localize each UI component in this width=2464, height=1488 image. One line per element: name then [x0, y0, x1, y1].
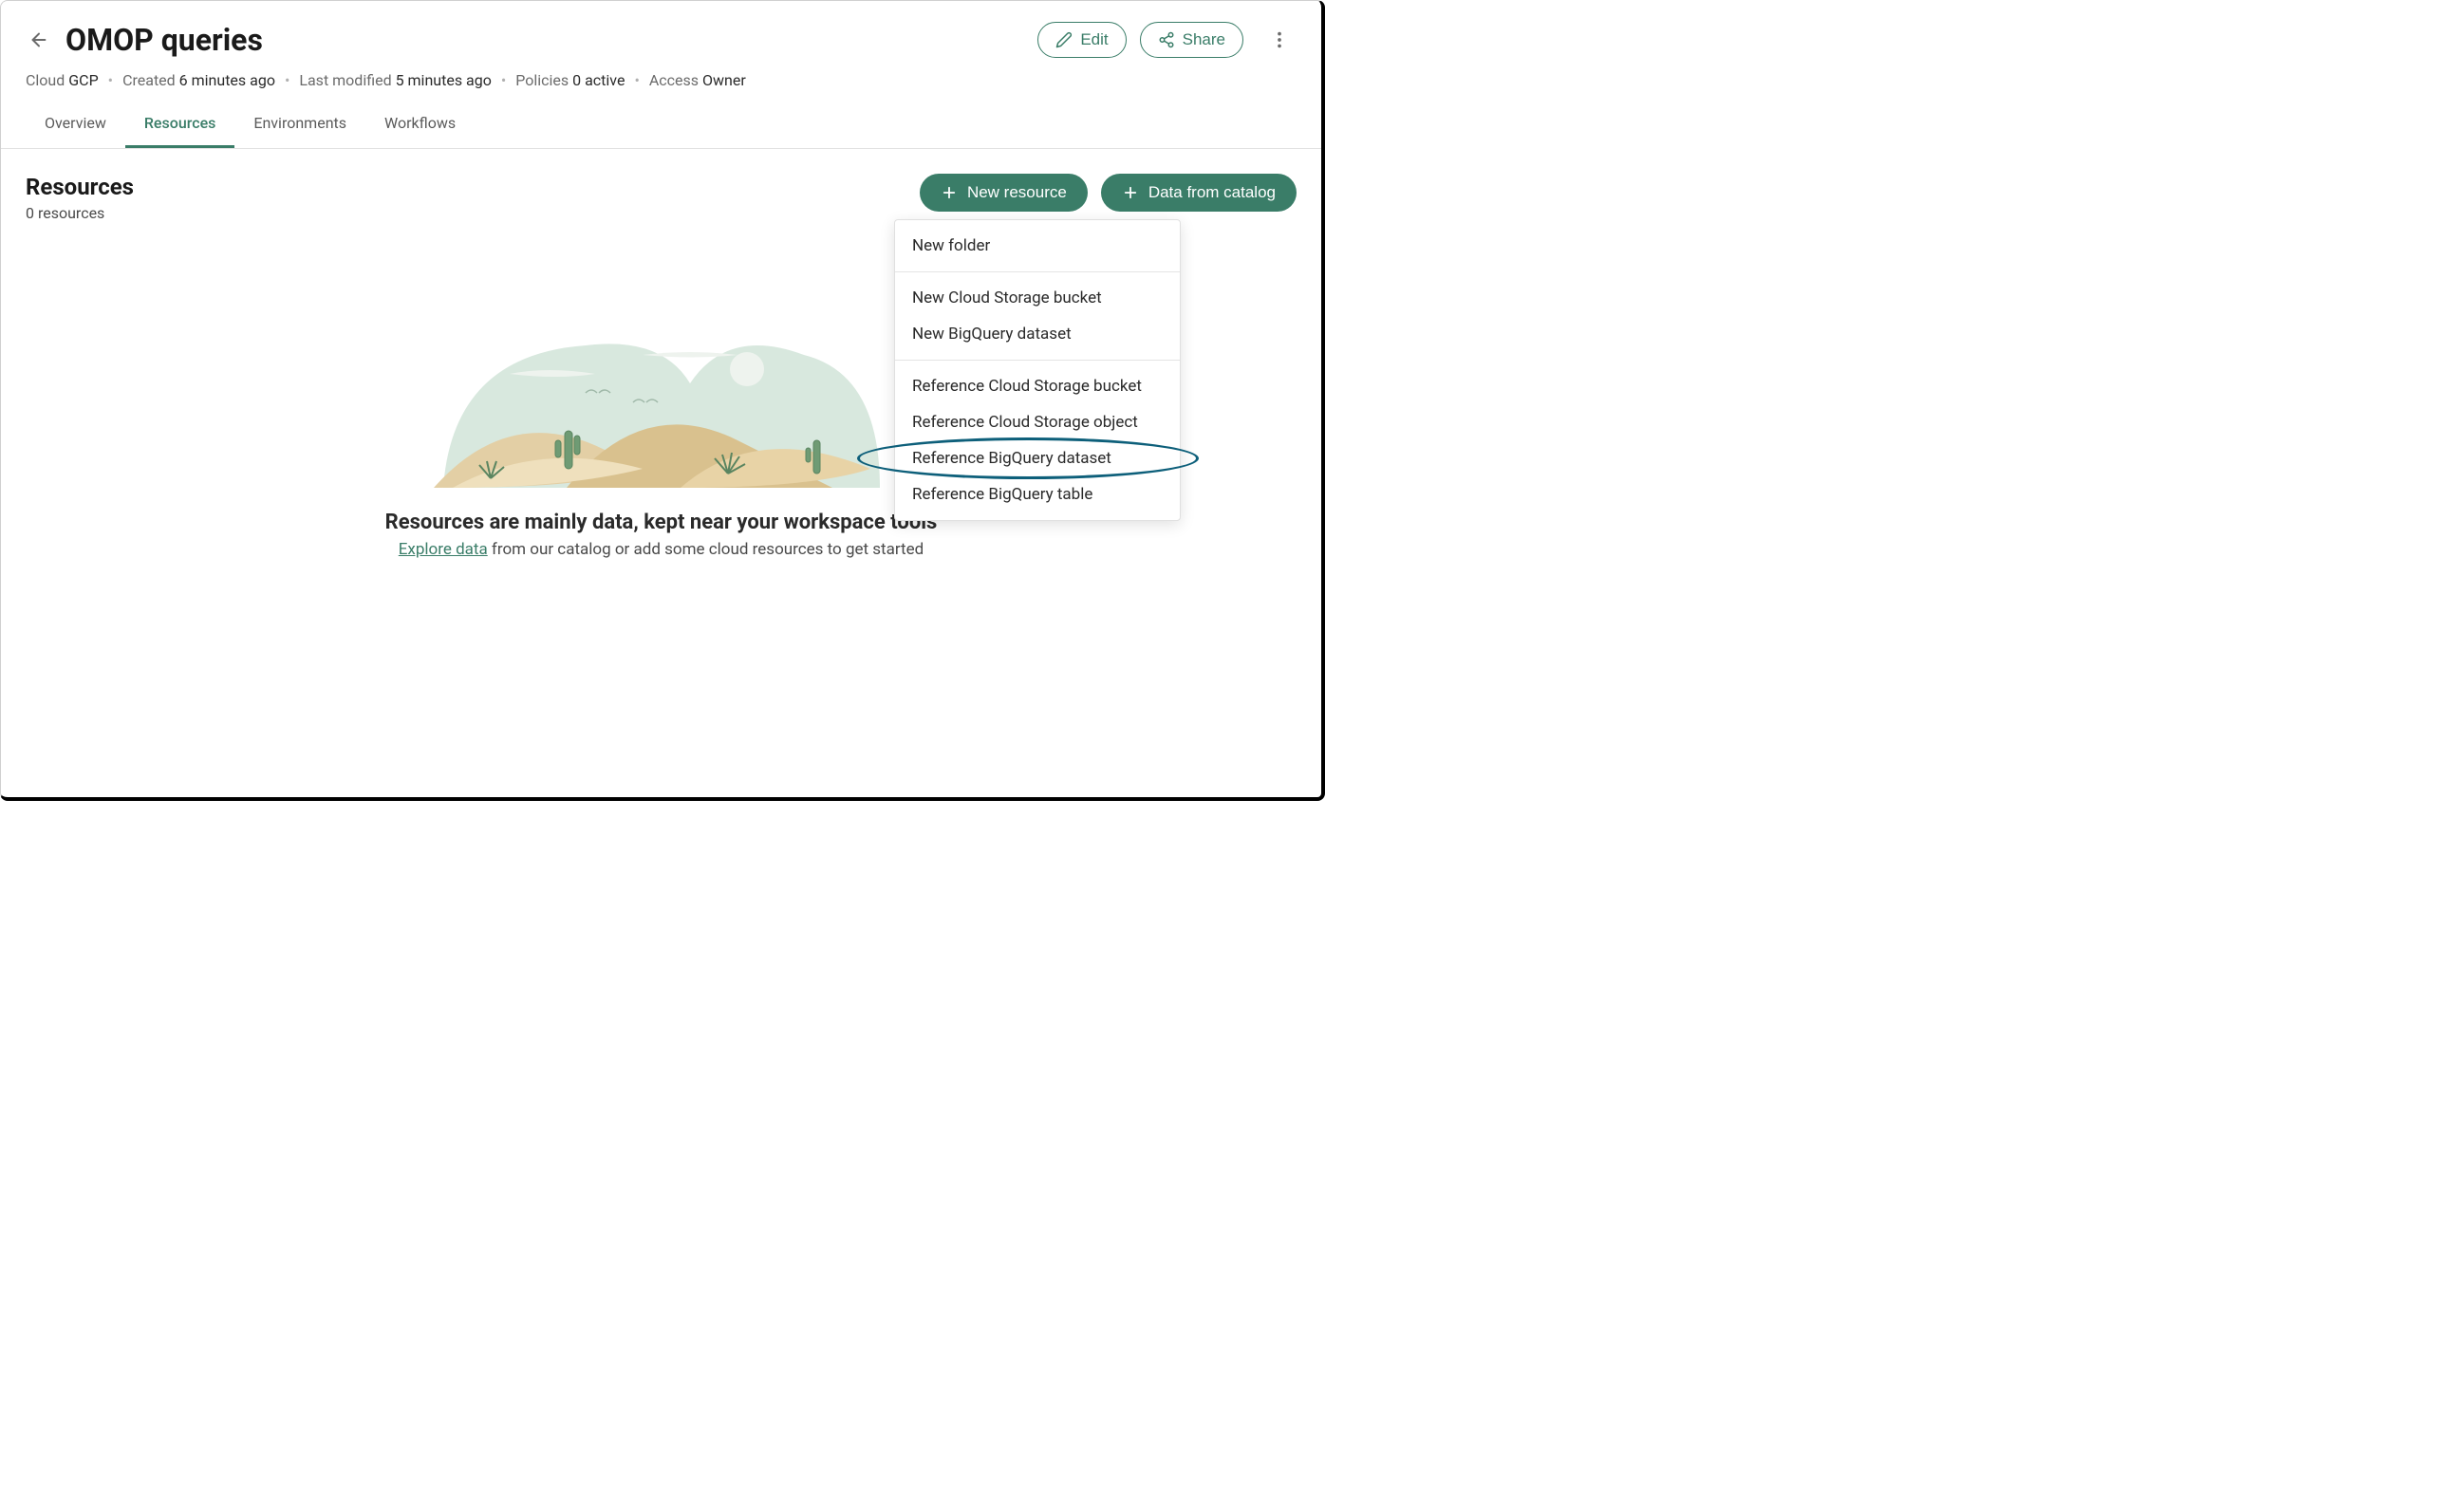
- back-button[interactable]: [26, 27, 52, 53]
- dropdown-ref-bq-dataset-label: Reference BigQuery dataset: [912, 449, 1111, 468]
- section-title: Resources: [26, 174, 134, 200]
- tab-resources[interactable]: Resources: [125, 102, 235, 148]
- dropdown-ref-bq-dataset[interactable]: Reference BigQuery dataset: [895, 440, 1180, 476]
- meta-row: Cloud GCP • Created 6 minutes ago • Last…: [1, 65, 1321, 102]
- dropdown-ref-cloud-bucket[interactable]: Reference Cloud Storage bucket: [895, 368, 1180, 404]
- dot-separator: •: [634, 71, 639, 89]
- more-vertical-icon: [1269, 29, 1290, 50]
- meta-cloud-value: GCP: [68, 71, 98, 89]
- dot-separator: •: [501, 71, 506, 89]
- tab-workflows[interactable]: Workflows: [365, 102, 475, 148]
- arrow-left-icon: [28, 29, 49, 50]
- new-resource-button[interactable]: New resource: [920, 174, 1088, 212]
- tab-overview[interactable]: Overview: [26, 102, 125, 148]
- dropdown-new-cloud-bucket[interactable]: New Cloud Storage bucket: [895, 280, 1180, 316]
- dropdown-new-folder[interactable]: New folder: [895, 228, 1180, 264]
- empty-subtext: Explore data from our catalog or add som…: [26, 540, 1297, 559]
- section-count: 0 resources: [26, 204, 134, 222]
- pencil-icon: [1055, 31, 1073, 48]
- edit-label: Edit: [1080, 30, 1108, 49]
- meta-modified-value: 5 minutes ago: [396, 71, 492, 89]
- meta-created-value: 6 minutes ago: [179, 71, 275, 89]
- share-label: Share: [1183, 30, 1225, 49]
- dropdown-new-bq-dataset[interactable]: New BigQuery dataset: [895, 316, 1180, 352]
- share-icon: [1158, 31, 1175, 48]
- new-resource-dropdown: New folder New Cloud Storage bucket New …: [894, 219, 1181, 521]
- dropdown-ref-cloud-object[interactable]: Reference Cloud Storage object: [895, 404, 1180, 440]
- meta-access-value: Owner: [702, 71, 746, 89]
- meta-created-label: Created: [122, 71, 176, 89]
- meta-cloud-label: Cloud: [26, 71, 65, 89]
- new-resource-label: New resource: [967, 183, 1067, 202]
- data-from-catalog-button[interactable]: Data from catalog: [1101, 174, 1297, 212]
- empty-illustration: [396, 279, 927, 488]
- empty-rest-text: from our catalog or add some cloud resou…: [488, 540, 924, 559]
- meta-policies-value: 0 active: [572, 71, 625, 89]
- dot-separator: •: [108, 71, 113, 89]
- share-button[interactable]: Share: [1140, 22, 1243, 58]
- meta-modified-label: Last modified: [299, 71, 391, 89]
- page-title: OMOP queries: [65, 22, 1024, 58]
- plus-icon: [1122, 184, 1139, 201]
- plus-icon: [941, 184, 958, 201]
- more-menu-button[interactable]: [1262, 23, 1297, 57]
- tab-environments[interactable]: Environments: [234, 102, 365, 148]
- dropdown-ref-bq-table[interactable]: Reference BigQuery table: [895, 476, 1180, 512]
- edit-button[interactable]: Edit: [1037, 22, 1126, 58]
- meta-access-label: Access: [649, 71, 699, 89]
- data-from-catalog-label: Data from catalog: [1148, 183, 1276, 202]
- explore-data-link[interactable]: Explore data: [399, 540, 488, 559]
- tabs: Overview Resources Environments Workflow…: [1, 102, 1321, 149]
- meta-policies-label: Policies: [515, 71, 569, 89]
- dot-separator: •: [285, 71, 289, 89]
